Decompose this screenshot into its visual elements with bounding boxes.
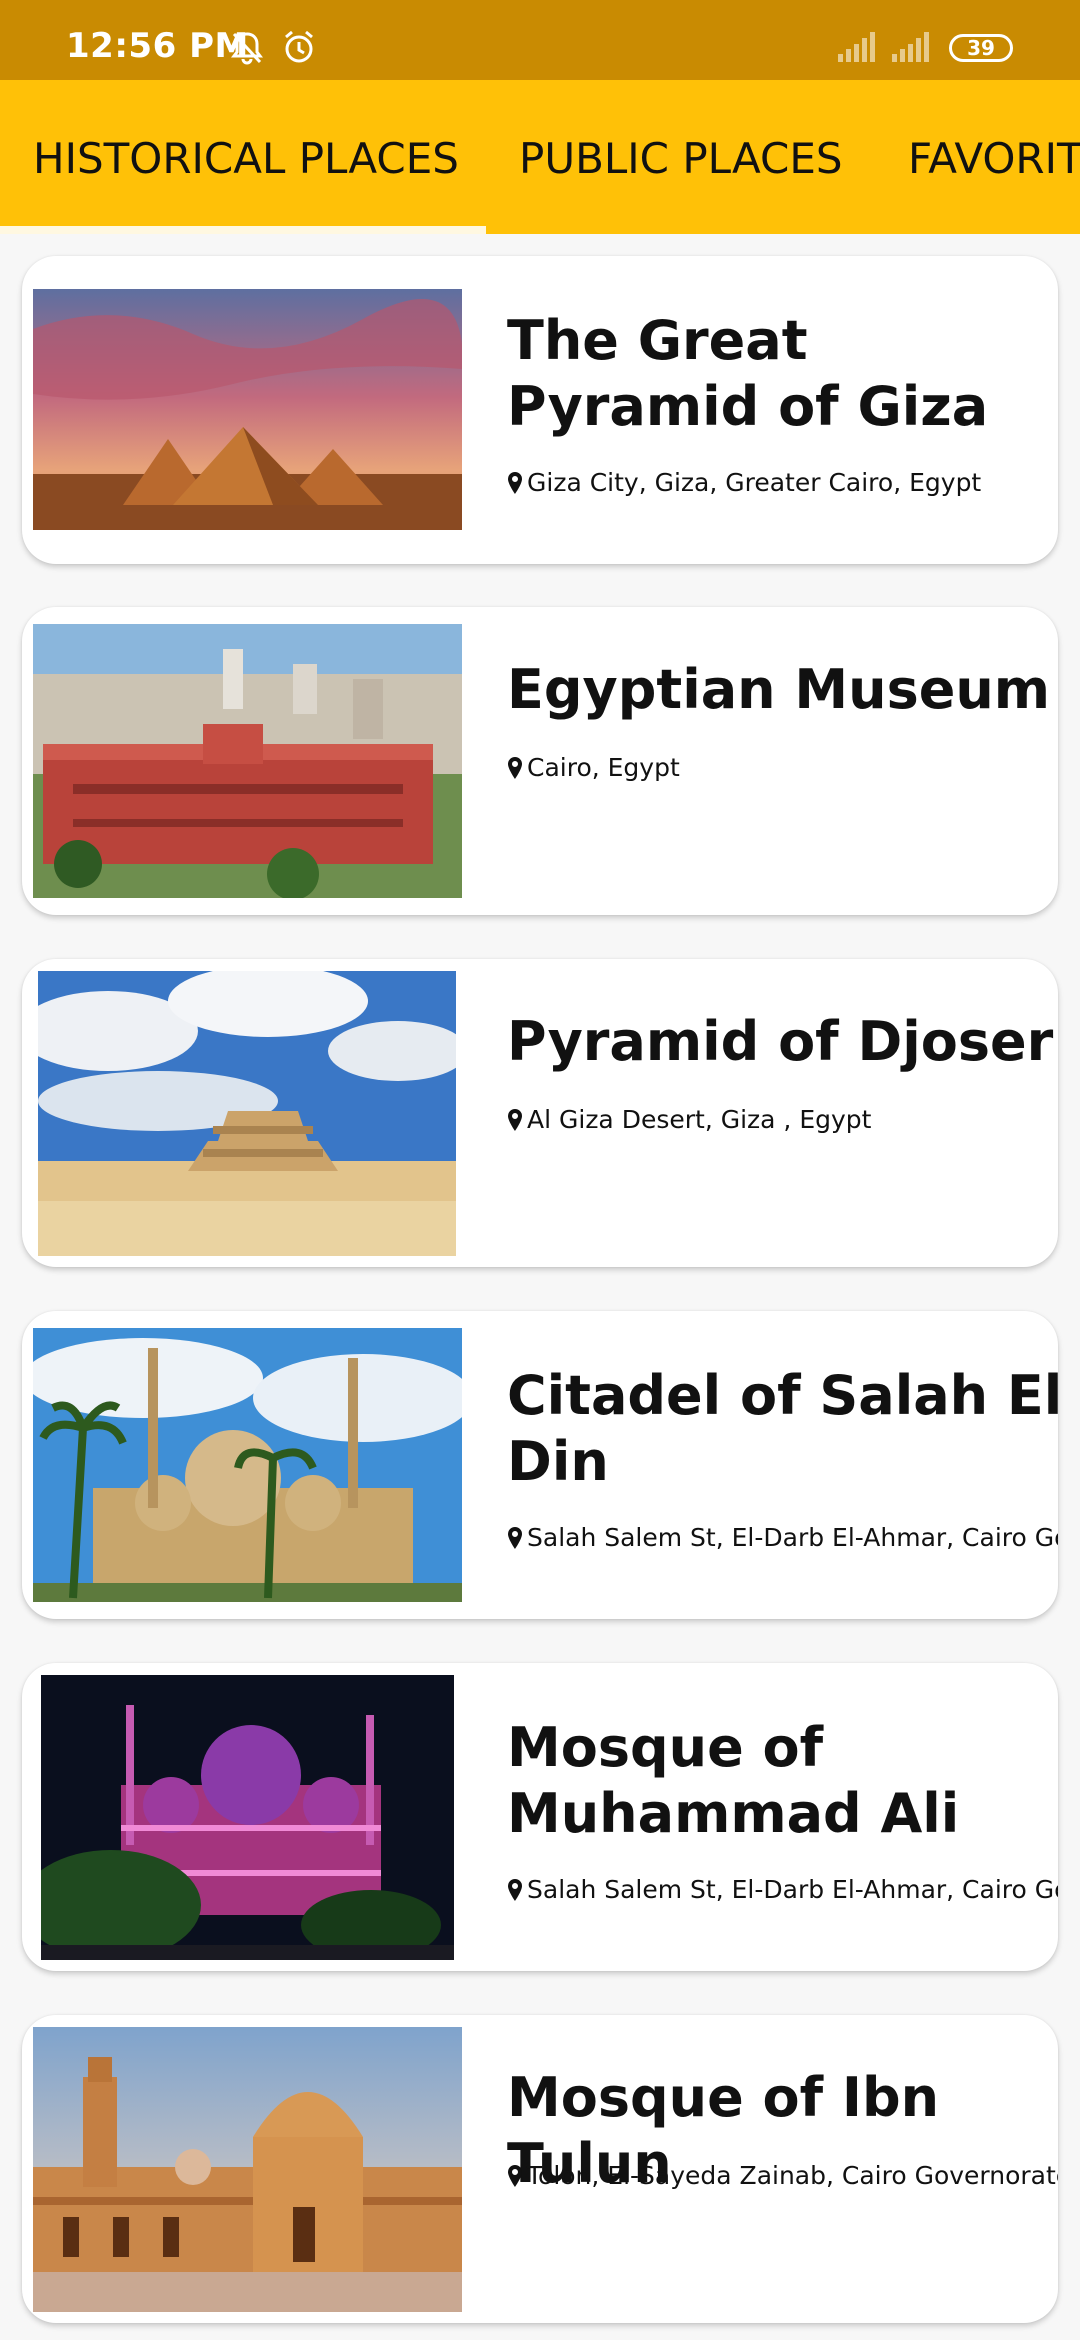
battery-indicator: 39 xyxy=(949,34,1013,62)
tab-public-places[interactable]: PUBLIC PLACES xyxy=(519,80,843,234)
notifications-off-icon xyxy=(228,28,266,71)
status-bar: 12:56 PM 39 xyxy=(0,0,1080,80)
place-title: The Great Pyramid of Giza xyxy=(507,309,989,438)
alarm-icon xyxy=(280,28,318,71)
place-title: Citadel of Salah El Din xyxy=(507,1364,1058,1493)
status-time: 12:56 PM xyxy=(66,26,249,66)
place-location-text: Cairo, Egypt xyxy=(527,753,680,782)
place-location-text: Salah Salem St, El-Darb El-Ahmar, Cairo … xyxy=(527,1875,1058,1904)
tab-indicator xyxy=(0,226,486,234)
place-location: Tolon, El-Sayeda Zainab, Cairo Governora… xyxy=(507,2161,1058,2190)
place-image-pyramids xyxy=(33,289,462,530)
place-title: Pyramid of Djoser xyxy=(507,1010,1054,1073)
location-pin-icon xyxy=(508,471,522,494)
location-pin-icon xyxy=(508,2164,522,2187)
signal-icon xyxy=(890,32,934,62)
place-location: Al Giza Desert, Giza , Egypt xyxy=(507,1105,1058,1134)
place-location: Salah Salem St, El-Darb El-Ahmar, Cairo … xyxy=(507,1875,1058,1904)
tab-historical-places[interactable]: HISTORICAL PLACES xyxy=(33,80,459,234)
place-image-museum xyxy=(33,624,462,898)
place-title: Mosque of Muhammad Ali xyxy=(507,1716,960,1845)
location-pin-icon xyxy=(508,1878,522,1901)
place-card[interactable]: Mosque of Ibn Tulun Tolon, El-Sayeda Zai… xyxy=(22,2015,1058,2323)
place-location-text: Al Giza Desert, Giza , Egypt xyxy=(527,1105,872,1134)
place-location: Cairo, Egypt xyxy=(507,753,1058,782)
place-card[interactable]: Pyramid of Djoser Al Giza Desert, Giza ,… xyxy=(22,959,1058,1267)
place-image-citadel xyxy=(33,1328,462,1602)
place-image-step-pyramid xyxy=(38,971,456,1256)
place-image-mosque-night xyxy=(41,1675,454,1960)
place-location-text: Giza City, Giza, Greater Cairo, Egypt xyxy=(527,468,982,497)
signal-icon xyxy=(836,32,880,62)
place-location-text: Tolon, El-Sayeda Zainab, Cairo Governora… xyxy=(527,2161,1058,2190)
place-card[interactable]: The Great Pyramid of Giza Giza City, Giz… xyxy=(22,256,1058,564)
place-title: Egyptian Museum xyxy=(507,658,1051,721)
tab-favorites[interactable]: FAVORIT xyxy=(908,80,1080,234)
place-image-mosque-courtyard xyxy=(33,2027,462,2312)
place-card[interactable]: Mosque of Muhammad Ali Salah Salem St, E… xyxy=(22,1663,1058,1971)
place-location: Salah Salem St, El-Darb El-Ahmar, Cairo … xyxy=(507,1523,1058,1552)
place-location: Giza City, Giza, Greater Cairo, Egypt xyxy=(507,468,1058,497)
place-card[interactable]: Citadel of Salah El Din Salah Salem St, … xyxy=(22,1311,1058,1619)
place-card[interactable]: Egyptian Museum Cairo, Egypt xyxy=(22,607,1058,915)
location-pin-icon xyxy=(508,1526,522,1549)
place-location-text: Salah Salem St, El-Darb El-Ahmar, Cairo … xyxy=(527,1523,1058,1552)
location-pin-icon xyxy=(508,1108,522,1131)
tab-bar: HISTORICAL PLACES PUBLIC PLACES FAVORIT xyxy=(0,80,1080,234)
location-pin-icon xyxy=(508,756,522,779)
